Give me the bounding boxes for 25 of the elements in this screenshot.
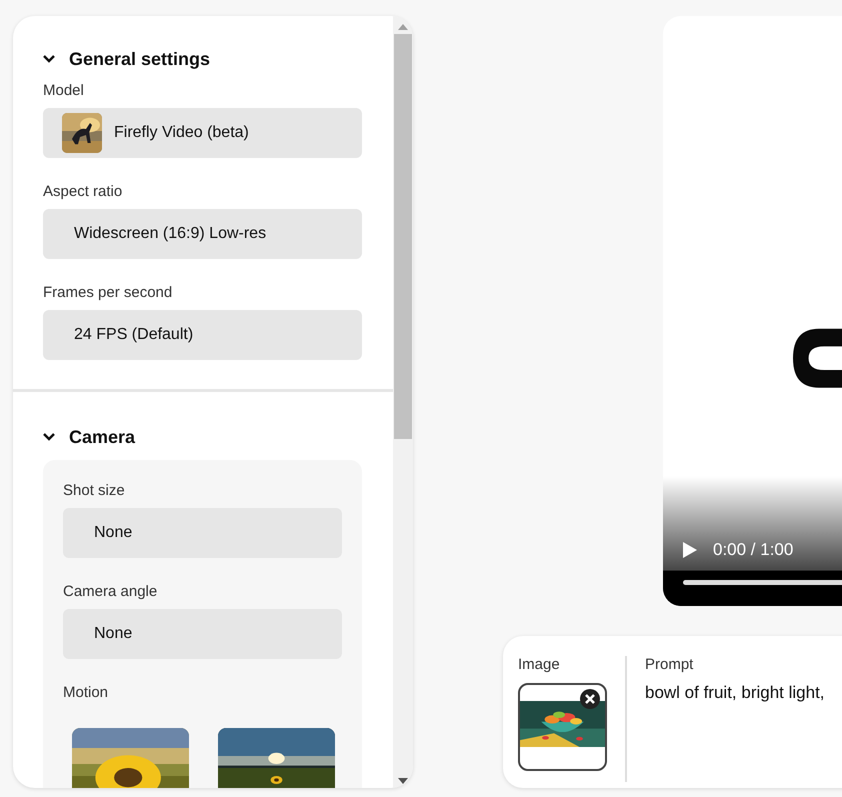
field-label: Shot size xyxy=(63,482,126,499)
play-icon[interactable] xyxy=(683,542,697,558)
prompt-label: Prompt xyxy=(645,656,694,673)
dropdown[interactable]: Widescreen (16:9) Low-res xyxy=(43,209,362,259)
chevron-icon[interactable] xyxy=(43,55,55,63)
scroll-thumb[interactable] xyxy=(394,34,412,439)
image-slot[interactable] xyxy=(518,683,607,771)
field-label: Camera angle xyxy=(63,583,158,600)
field-label: Frames per second xyxy=(43,284,174,301)
field-label: Model xyxy=(43,82,85,99)
dropdown[interactable]: 24 FPS (Default) xyxy=(43,310,362,360)
scrollbar[interactable] xyxy=(393,16,413,788)
close-icon[interactable] xyxy=(580,689,600,709)
model-dropdown[interactable]: Firefly Video (beta) xyxy=(43,108,362,158)
field-label: Aspect ratio xyxy=(43,183,124,200)
dropdown[interactable]: None xyxy=(63,508,342,558)
video-time: 0:00 / 1:00 xyxy=(713,540,794,560)
section-title: Camera xyxy=(69,426,136,448)
prompt-text: bowl of fruit, bright light, xyxy=(645,683,825,703)
scroll-down-icon[interactable] xyxy=(398,778,408,784)
section-title: General settings xyxy=(69,48,210,70)
chevron-icon[interactable] xyxy=(43,433,55,441)
dropdown[interactable]: None xyxy=(63,609,342,659)
field-label: Motion xyxy=(63,684,110,701)
image-label: Image xyxy=(518,656,561,673)
